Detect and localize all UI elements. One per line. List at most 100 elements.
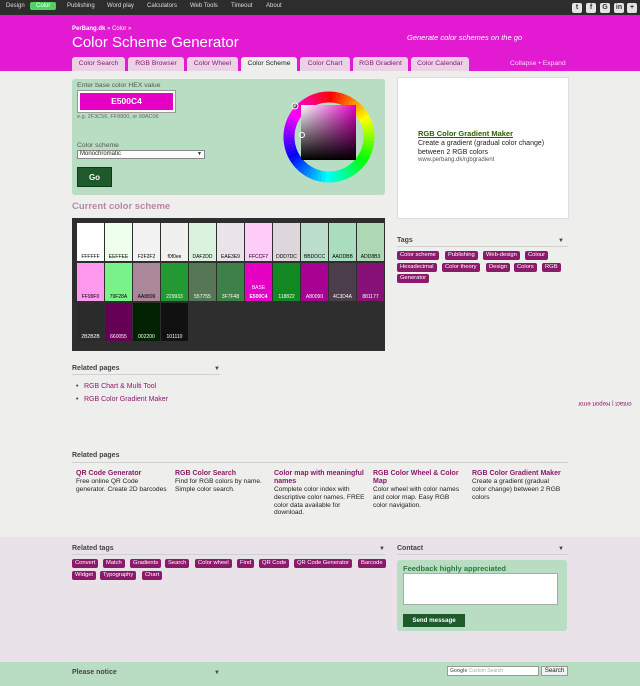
color-swatch[interactable]: 101110 xyxy=(161,303,188,341)
tag-chip[interactable]: Color scheme xyxy=(397,251,439,260)
tag-chip[interactable]: Color theory xyxy=(442,263,480,272)
tab-rgb-browser[interactable]: RGB Browser xyxy=(128,57,184,71)
related-page-card[interactable]: RGB Color Search Find for RGB colors by n… xyxy=(175,470,267,494)
twitter-icon[interactable]: t xyxy=(572,3,582,13)
color-swatch[interactable]: 229933 xyxy=(161,263,188,301)
collapse-link[interactable]: Collapse xyxy=(510,60,536,67)
related-page-title[interactable]: RGB Color Gradient Maker xyxy=(472,470,564,478)
color-swatch[interactable]: 557755 xyxy=(189,263,216,301)
color-swatch[interactable]: AADDBB xyxy=(329,223,356,261)
tag-chip[interactable]: Gradients xyxy=(130,559,162,568)
linkedin-icon[interactable]: in xyxy=(614,3,624,13)
nav-calculators[interactable]: Calculators xyxy=(147,3,177,9)
tag-chip[interactable]: QR Code Generator xyxy=(294,559,352,568)
nav-publishing[interactable]: Publishing xyxy=(67,3,95,9)
color-swatch[interactable]: 79F28A xyxy=(105,263,132,301)
tag-chip[interactable]: Color wheel xyxy=(195,559,232,568)
chevron-down-icon[interactable]: ▼ xyxy=(214,670,220,676)
related-link[interactable]: RGB Chart & Multi Tool xyxy=(76,383,156,390)
color-swatch[interactable]: EAE3E9 xyxy=(217,223,244,261)
related-page-title[interactable]: RGB Color Search xyxy=(175,470,267,478)
search-button[interactable]: Search xyxy=(541,666,568,676)
related-link[interactable]: RGB Color Gradient Maker xyxy=(76,396,168,403)
color-swatch[interactable]: 2B2B2B xyxy=(77,303,104,341)
tag-chip[interactable]: Chart xyxy=(142,571,163,580)
color-swatch[interactable]: 002200 xyxy=(133,303,160,341)
tab-color-scheme[interactable]: Color Scheme xyxy=(241,57,297,71)
tag-chip[interactable]: Match xyxy=(103,559,125,568)
color-swatch[interactable]: 3F7F48 xyxy=(217,263,244,301)
tag-chip[interactable]: Barcode xyxy=(358,559,386,568)
tag-chip[interactable]: Find xyxy=(237,559,255,568)
tab-color-chart[interactable]: Color Chart xyxy=(300,57,350,71)
color-swatch[interactable]: AA8899 xyxy=(133,263,160,301)
color-swatch[interactable]: DAF2DD xyxy=(189,223,216,261)
nav-about[interactable]: About xyxy=(266,3,282,9)
color-swatch[interactable]: A80090 xyxy=(301,263,328,301)
color-swatch[interactable]: 881177 xyxy=(357,263,384,301)
feedback-textarea[interactable] xyxy=(403,573,558,605)
tag-chip[interactable]: Typography xyxy=(100,571,137,580)
color-swatch[interactable]: 4C3D4A xyxy=(329,263,356,301)
tag-chip[interactable]: Colors xyxy=(514,263,537,272)
nav-design[interactable]: Design xyxy=(6,3,25,9)
related-page-card[interactable]: QR Code Generator Free online QR Code gen… xyxy=(76,470,168,494)
tag-chip[interactable]: Widget xyxy=(72,571,97,580)
related-page-title[interactable]: RGB Color Wheel & Color Map xyxy=(373,470,465,486)
hex-input-value[interactable]: E500C4 xyxy=(80,93,173,110)
color-swatch[interactable]: 660055 xyxy=(105,303,132,341)
search-input[interactable]: Google Custom Search xyxy=(447,666,539,676)
nav-timeout[interactable]: Timeout xyxy=(231,3,252,9)
color-swatch[interactable]: FFCCF7 xyxy=(245,223,272,261)
related-page-card[interactable]: RGB Color Gradient Maker Create a gradien… xyxy=(472,470,564,501)
tag-chip[interactable]: QR Code xyxy=(259,559,290,568)
tag-chip[interactable]: Colour xyxy=(525,251,549,260)
nav-web-tools[interactable]: Web Tools xyxy=(190,3,218,9)
color-wheel[interactable] xyxy=(281,89,377,185)
chevron-down-icon[interactable]: ▼ xyxy=(558,238,564,244)
contact-report-error-link[interactable]: ontact | Report error xyxy=(578,400,632,406)
tag-chip[interactable]: Hexadecimal xyxy=(397,263,437,272)
go-button[interactable]: Go xyxy=(77,167,112,187)
color-swatch[interactable]: EEFFEE xyxy=(105,223,132,261)
ad-url[interactable]: www.perbang.dk/rgbgradient xyxy=(418,157,494,163)
tab-color-wheel[interactable]: Color Wheel xyxy=(187,57,238,71)
related-page-title[interactable]: QR Code Generator xyxy=(76,470,168,478)
related-page-card[interactable]: RGB Color Wheel & Color Map Color wheel w… xyxy=(373,470,465,509)
tag-chip[interactable]: Publishing xyxy=(445,251,478,260)
hex-input[interactable]: E500C4 xyxy=(77,90,176,113)
color-swatch[interactable]: 118822 xyxy=(273,263,300,301)
related-page-card[interactable]: Color map with meaningful names Complete … xyxy=(274,470,366,517)
color-swatch[interactable]: FFFFFF xyxy=(77,223,104,261)
tab-color-search[interactable]: Color Search xyxy=(72,57,125,71)
send-message-button[interactable]: Send message xyxy=(403,614,465,627)
chevron-down-icon[interactable]: ▼ xyxy=(558,546,564,552)
color-swatch[interactable]: F2F2F2 xyxy=(133,223,160,261)
related-page-title[interactable]: Color map with meaningful names xyxy=(274,470,366,486)
chevron-down-icon[interactable]: ▼ xyxy=(214,366,220,372)
color-swatch[interactable]: BBDDCC xyxy=(301,223,328,261)
tag-chip[interactable]: Generator xyxy=(397,274,430,283)
tag-chip[interactable]: Search xyxy=(165,559,190,568)
ad-title[interactable]: RGB Color Gradient Maker xyxy=(418,129,513,138)
plus-icon[interactable]: + xyxy=(627,3,637,13)
color-swatch[interactable]: f0f0ee xyxy=(161,223,188,261)
chevron-down-icon[interactable]: ▼ xyxy=(379,546,385,552)
breadcrumb-home[interactable]: PerBang.dk xyxy=(72,26,105,32)
color-swatch[interactable]: FF99F0 xyxy=(77,263,104,301)
facebook-icon[interactable]: f xyxy=(586,3,596,13)
tag-chip[interactable]: Web-design xyxy=(483,251,520,260)
tag-chip[interactable]: Design xyxy=(486,263,511,272)
color-swatch[interactable]: DDD7DC xyxy=(273,223,300,261)
tag-chip[interactable]: Convert xyxy=(72,559,99,568)
expand-link[interactable]: Expand xyxy=(543,60,566,67)
nav-color[interactable]: Color xyxy=(30,2,57,10)
color-swatch[interactable]: ADD8B3 xyxy=(357,223,384,261)
tab-color-calendar[interactable]: Color Calendar xyxy=(411,57,469,71)
google-icon[interactable]: G xyxy=(600,3,610,13)
color-swatch[interactable]: BASE E500C4 xyxy=(245,263,272,301)
tab-rgb-gradient[interactable]: RGB Gradient xyxy=(353,57,408,71)
scheme-select[interactable]: Monochromatic ▼ xyxy=(77,150,205,159)
tag-chip[interactable]: RGB xyxy=(542,263,561,272)
nav-word-play[interactable]: Word play xyxy=(107,3,134,9)
